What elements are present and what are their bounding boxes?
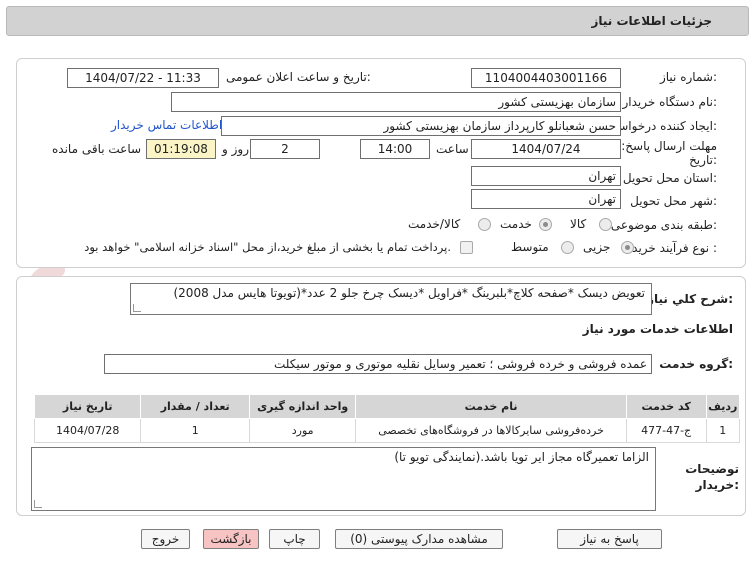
- need-number-field: 1104004403001166: [471, 68, 621, 88]
- deadline-label: مهلت ارسال پاسخ: تا: [610, 139, 717, 153]
- buyer-notes-label: توضیحات: [685, 462, 739, 476]
- back-button[interactable]: بازگشت: [203, 529, 259, 549]
- reply-button[interactable]: پاسخ به نیاز: [557, 529, 662, 549]
- page-title: جزئیات اطلاعات نیاز: [591, 14, 712, 28]
- resize-grip-icon[interactable]: [133, 304, 141, 312]
- remaining-days-field: 2: [250, 139, 320, 159]
- buyer-notes-label-2: خریدار:: [695, 478, 739, 492]
- buyer-notes-text: الزاما تعمیرگاه مجاز ایر تویا باشد.(نمای…: [394, 450, 649, 464]
- province-field: تهران: [471, 166, 621, 186]
- cell-service-name: خرده‌فروشی سایرکالاها در فروشگاه‌های تخص…: [355, 418, 627, 443]
- request-info-panel: [16, 58, 746, 268]
- process-radio-medium[interactable]: [561, 241, 574, 254]
- description-label: شرح کلي نياز:: [647, 292, 733, 306]
- need-number-label: شماره نیاز:: [659, 70, 717, 84]
- view-attachments-button[interactable]: مشاهده مدارک پیوستی (0): [335, 529, 503, 549]
- category-radio-goods-service[interactable]: [478, 218, 491, 231]
- service-group-field: عمده فروشی و خرده فروشی ؛ تعمیر وسایل نق…: [104, 354, 652, 374]
- category-radio-service[interactable]: [539, 218, 552, 231]
- announce-date-field: 1404/07/22 - 11:33: [67, 68, 219, 88]
- resize-grip-icon[interactable]: [34, 500, 42, 508]
- category-option-goods: کالا: [570, 217, 587, 231]
- process-option-minor: جزیی: [583, 240, 611, 254]
- services-section-title: اطلاعات خدمات مورد نياز: [582, 322, 733, 336]
- process-label: نوع فرآیند خرید :: [632, 241, 717, 255]
- table-row: 1 ج-47-477 خرده‌فروشی سایرکالاها در فروش…: [33, 418, 741, 443]
- creator-label: ایجاد کننده درخواست:: [606, 119, 717, 133]
- col-service-code: کد خدمت: [625, 394, 707, 419]
- description-textarea[interactable]: تعویض دیسک *صفحه کلاچ*بلبرینگ *فراویل *د…: [130, 283, 652, 315]
- buyer-org-label: نام دستگاه خریدار:: [622, 95, 718, 109]
- category-option-goods-service: کالا/خدمت: [408, 217, 461, 231]
- treasury-payment-note: پرداخت تمام یا بخشی از مبلغ خرید،از محل …: [84, 240, 451, 254]
- services-table: ردیف کد خدمت نام خدمت واحد اندازه گیری ت…: [33, 394, 741, 443]
- print-button[interactable]: چاپ: [269, 529, 320, 549]
- deadline-time-label: ساعت: [436, 142, 469, 156]
- cell-quantity: 1: [140, 418, 250, 443]
- exit-button[interactable]: خروج: [141, 529, 190, 549]
- service-group-label: گروه خدمت:: [659, 357, 733, 371]
- buyer-notes-textarea[interactable]: الزاما تعمیرگاه مجاز ایر تویا باشد.(نمای…: [31, 447, 656, 511]
- title-bar: جزئیات اطلاعات نیاز: [6, 6, 749, 36]
- buyer-org-field: سازمان بهزیستی کشور: [171, 92, 621, 112]
- remaining-time-field: 01:19:08: [146, 139, 216, 159]
- col-unit: واحد اندازه گیری: [248, 394, 357, 419]
- province-label: استان محل تحویل:: [622, 171, 717, 185]
- process-option-medium: متوسط: [511, 240, 549, 254]
- creator-field: حسن شعبانلو کارپرداز سازمان بهزیستی کشور: [221, 116, 621, 136]
- category-radio-goods[interactable]: [599, 218, 612, 231]
- city-field: تهران: [471, 189, 621, 209]
- col-row: ردیف: [705, 394, 741, 419]
- deadline-date-field: 1404/07/24: [471, 139, 621, 159]
- need-details-page: جزئیات اطلاعات نیاز شماره نیاز: 11040044…: [0, 0, 755, 566]
- cell-row: 1: [705, 418, 741, 443]
- remaining-time-label: ساعت باقی مانده: [52, 142, 142, 156]
- col-service-name: نام خدمت: [355, 394, 627, 419]
- category-option-service: خدمت: [500, 217, 532, 231]
- services-table-header: ردیف کد خدمت نام خدمت واحد اندازه گیری ت…: [33, 394, 741, 419]
- deadline-date-label: تاریخ:: [689, 153, 717, 167]
- city-label: شهر محل تحویل:: [630, 194, 717, 208]
- deadline-time-field: 14:00: [360, 139, 430, 159]
- cell-unit: مورد: [248, 418, 357, 443]
- col-quantity: تعداد / مقدار: [140, 394, 250, 419]
- process-radio-minor[interactable]: [621, 241, 634, 254]
- category-label: طبقه بندی موضوعی:: [610, 218, 717, 232]
- cell-need-date: 1404/07/28: [33, 418, 142, 443]
- days-label: روز و: [222, 142, 249, 156]
- cell-service-code: ج-47-477: [625, 418, 707, 443]
- description-text: تعویض دیسک *صفحه کلاچ*بلبرینگ *فراویل *د…: [173, 286, 645, 300]
- treasury-payment-checkbox[interactable]: [460, 241, 473, 254]
- buyer-contact-link[interactable]: اطلاعات تماس خریدار: [111, 118, 222, 132]
- announce-date-label: تاریخ و ساعت اعلان عمومی:: [226, 70, 371, 84]
- col-need-date: تاریخ نیاز: [33, 394, 142, 419]
